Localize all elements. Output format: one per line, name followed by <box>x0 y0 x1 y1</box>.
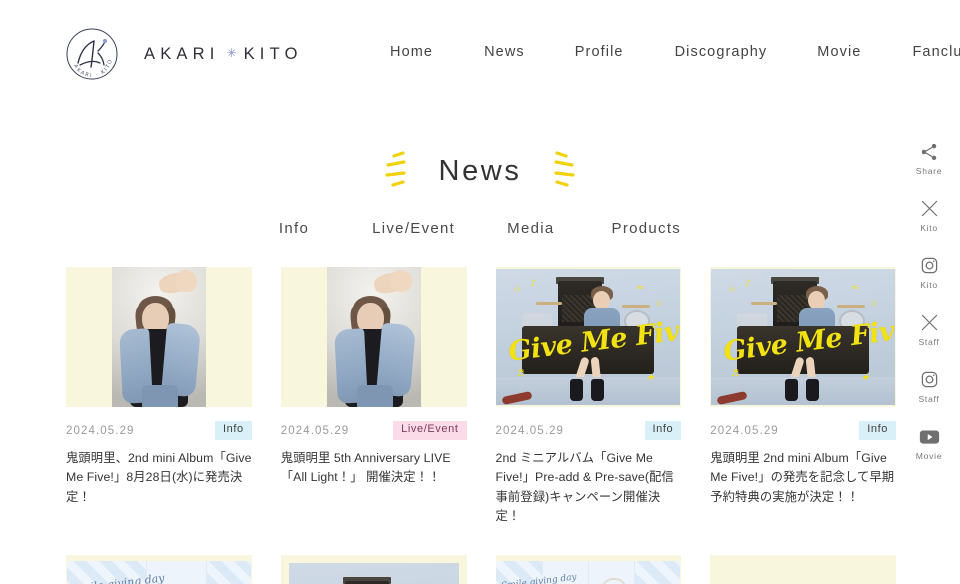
news-thumbnail[interactable]: ☆ ♪ ≈ ☆ ♬ ★ Give Me Five! <box>710 267 896 407</box>
page-title-block: News <box>0 148 960 194</box>
status-badge: Info <box>644 421 682 440</box>
brand-name-first: AKARI <box>144 44 220 63</box>
site-header: AKARI · KITO AKARI ✳ KITO Home News Profi… <box>0 0 960 108</box>
news-thumbnail[interactable]: Smile giving day ONLINE GOODS LINEUP オンラ… <box>66 554 252 584</box>
page-title: News <box>438 154 522 187</box>
news-thumbnail[interactable] <box>66 267 252 407</box>
news-thumbnail[interactable]: Smile giving day GOODS LINEUP 会場販売グッズライン… <box>495 554 682 584</box>
news-date: 2024.05.29 <box>710 424 779 437</box>
news-meta: 2024.05.29 Info <box>66 421 252 440</box>
news-date: 2024.05.29 <box>280 424 350 437</box>
news-card[interactable]: ☆ ♪ ≈ ★ <box>280 554 467 584</box>
nav-item-home[interactable]: Home <box>390 44 433 60</box>
instagram-icon <box>918 368 941 391</box>
sparkle-right-icon <box>551 148 577 194</box>
news-title: 鬼頭明里 5th Anniversary LIVE「All Light！」 開催… <box>280 451 451 485</box>
akari-kito-logo-icon: AKARI · KITO <box>58 21 126 87</box>
sparkle-left-icon <box>383 148 409 194</box>
main-nav: Home News Profile Discography Movie Fanc… <box>390 44 960 60</box>
brand-name-second: KITO <box>243 44 303 63</box>
share-icon <box>918 140 941 163</box>
news-grid: 2024.05.29 Info 鬼頭明里、2nd mini Album「Give… <box>0 267 960 584</box>
instagram-icon <box>918 254 941 277</box>
news-thumbnail[interactable] <box>280 267 467 407</box>
news-thumbnail[interactable] <box>710 554 896 584</box>
rail-item-share[interactable]: Share <box>916 140 942 176</box>
news-card[interactable] <box>710 554 896 584</box>
nav-item-profile[interactable]: Profile <box>575 44 624 60</box>
youtube-icon <box>918 425 941 448</box>
tab-live-event[interactable]: Live/Event <box>372 220 455 237</box>
rail-label: Movie <box>915 451 943 461</box>
x-twitter-icon <box>918 311 941 334</box>
news-card[interactable]: ☆ ♪ ≈ ☆ ♬ ★ Give Me Five! 2024.05.29 Inf… <box>710 267 896 527</box>
rail-label: Staff <box>918 394 940 404</box>
rail-item-x-staff[interactable]: Staff <box>918 311 941 347</box>
tab-products[interactable]: Products <box>612 220 682 237</box>
news-date: 2024.05.29 <box>495 424 565 437</box>
news-meta: 2024.05.29 Info <box>710 421 896 440</box>
status-badge: Info <box>859 421 896 440</box>
news-meta: 2024.05.29 Live/Event <box>281 421 467 440</box>
news-thumbnail[interactable]: ☆ ♪ ≈ ★ <box>280 554 467 584</box>
news-thumbnail[interactable]: ☆ ♪ ≈ ☆ ♬ ★ Give Me Five! <box>495 267 682 407</box>
brand-name: AKARI ✳ KITO <box>144 45 303 64</box>
x-twitter-icon <box>918 197 941 220</box>
news-card[interactable]: Smile giving day GOODS LINEUP 会場販売グッズライン… <box>495 554 682 584</box>
news-card[interactable]: ☆ ♪ ≈ ☆ ♬ ★ Give Me Five! 2024.05.29 Inf… <box>495 267 682 527</box>
rail-label: Kito <box>920 223 938 233</box>
status-badge: Info <box>215 421 252 440</box>
tab-media[interactable]: Media <box>507 220 554 237</box>
news-card[interactable]: 2024.05.29 Live/Event 鬼頭明里 5th Anniversa… <box>280 267 467 527</box>
rail-label: Staff <box>918 337 940 347</box>
rail-item-x-kito[interactable]: Kito <box>918 197 941 233</box>
news-meta: 2024.05.29 Info <box>496 421 682 440</box>
rail-item-youtube-movie[interactable]: Movie <box>916 425 942 461</box>
tab-info[interactable]: Info <box>279 220 309 237</box>
social-rail: Share Kito Kito Staff Staff Movie <box>906 140 952 461</box>
news-card[interactable]: Smile giving day ONLINE GOODS LINEUP オンラ… <box>66 554 252 584</box>
news-title: 鬼頭明里、2nd mini Album「Give Me Five!」8月28日(… <box>66 451 252 504</box>
news-title: 鬼頭明里 2nd mini Album「Give Me Five!」の発売を記念… <box>710 451 895 504</box>
rail-item-instagram-staff[interactable]: Staff <box>918 368 941 404</box>
rail-label: Kito <box>920 280 938 290</box>
news-date: 2024.05.29 <box>66 424 135 437</box>
rail-item-instagram-kito[interactable]: Kito <box>918 254 941 290</box>
category-tabs: Info Live/Event Media Products <box>0 220 960 237</box>
nav-item-movie[interactable]: Movie <box>817 44 861 60</box>
brand-star-icon: ✳ <box>226 46 237 60</box>
news-title: 2nd ミニアルバム「Give Me Five!」Pre-add & Pre-s… <box>495 451 674 524</box>
news-card[interactable]: 2024.05.29 Info 鬼頭明里、2nd mini Album「Give… <box>66 267 252 527</box>
nav-item-fanclub[interactable]: Fanclub <box>912 44 960 60</box>
status-badge: Live/Event <box>393 421 467 440</box>
nav-item-discography[interactable]: Discography <box>675 44 768 60</box>
brand-logo-link[interactable]: AKARI · KITO AKARI ✳ KITO <box>58 21 303 87</box>
rail-label: Share <box>915 166 943 176</box>
nav-item-news[interactable]: News <box>484 44 525 60</box>
